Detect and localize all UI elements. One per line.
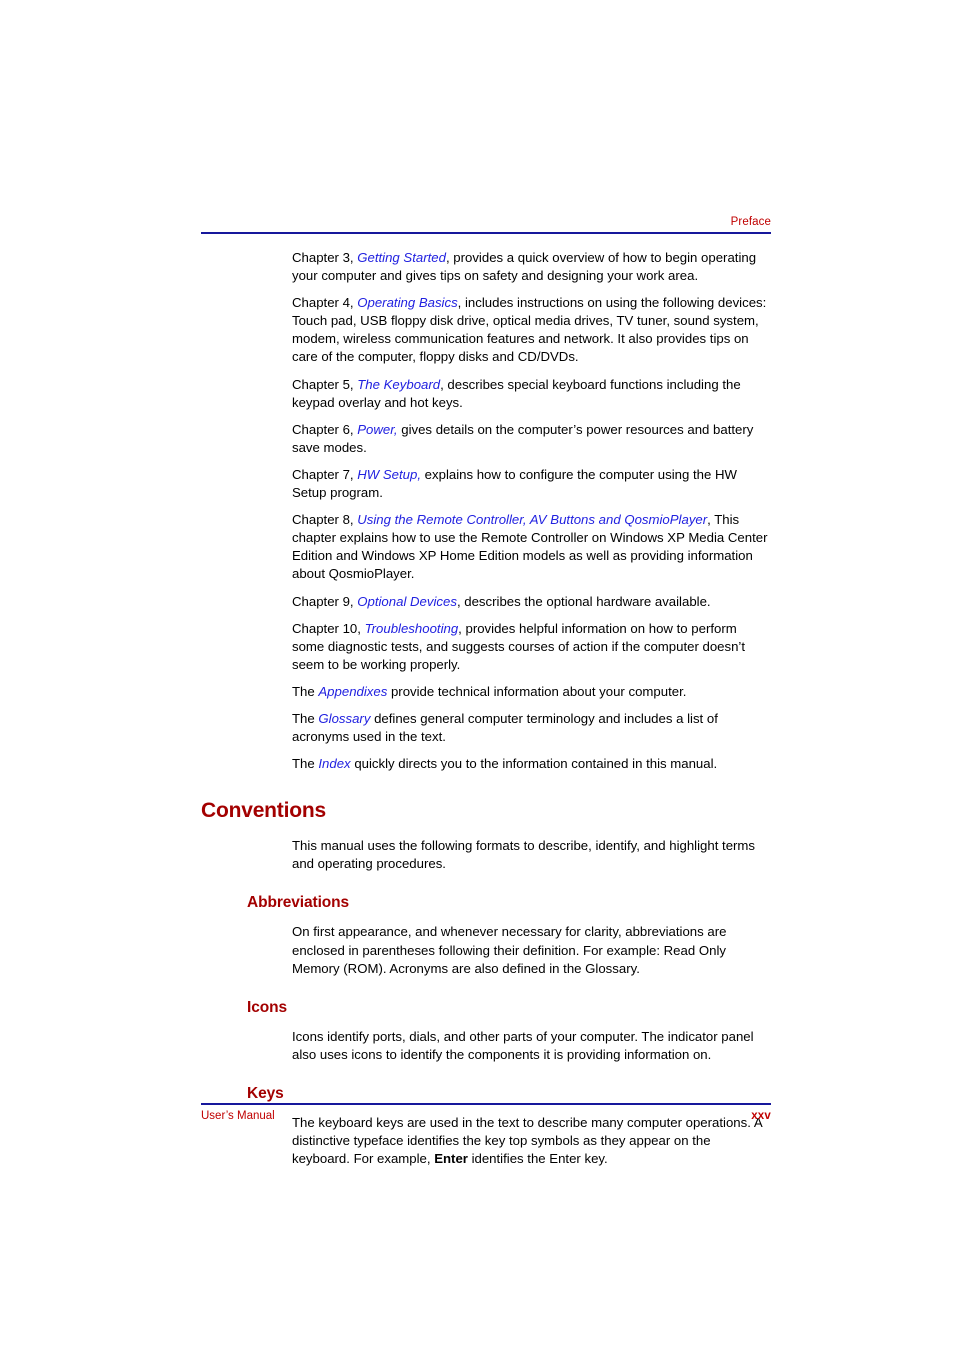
- cross-reference-link[interactable]: HW Setup,: [357, 467, 421, 482]
- paragraph-lead: The: [292, 710, 319, 726]
- paragraph-tail: provide technical information about your…: [387, 683, 687, 699]
- header-divider: [201, 232, 771, 234]
- icons-body-block: Icons identify ports, dials, and other p…: [292, 1028, 771, 1064]
- paragraph-lead: Chapter 10,: [292, 620, 365, 636]
- paragraph-index: The Index quickly directs you to the inf…: [292, 755, 771, 773]
- paragraph-lead: Chapter 6,: [292, 421, 358, 437]
- paragraph-conventions-intro: This manual uses the following formats t…: [292, 838, 756, 872]
- page-content: Chapter 3, Getting Started, provides a q…: [201, 249, 779, 1177]
- footer-divider: [201, 1103, 771, 1105]
- paragraph-chapter-9: Chapter 9, Optional Devices, describes t…: [292, 593, 771, 611]
- cross-reference-link[interactable]: Optional Devices: [357, 594, 457, 609]
- document-page: Preface Chapter 3, Getting Started, prov…: [0, 0, 954, 1351]
- cross-reference-link[interactable]: Operating Basics: [357, 295, 457, 310]
- paragraph-lead: Chapter 9,: [292, 593, 358, 609]
- cross-reference-link[interactable]: Power,: [357, 422, 397, 437]
- subsection-abbreviations: Abbreviations: [201, 893, 779, 912]
- paragraph-lead: Chapter 8,: [292, 512, 358, 528]
- paragraph-tail: quickly directs you to the information c…: [350, 756, 718, 772]
- paragraph-chapter-10: Chapter 10, Troubleshooting, provides he…: [292, 620, 771, 674]
- paragraph-lead: Chapter 5,: [292, 376, 358, 392]
- paragraph-chapter-8: Chapter 8, Using the Remote Controller, …: [292, 511, 771, 583]
- footer-page-number: xxv: [751, 1110, 771, 1122]
- paragraph-chapter-4: Chapter 4, Operating Basics, includes in…: [292, 294, 771, 366]
- paragraph-chapter-6: Chapter 6, Power, gives details on the c…: [292, 421, 771, 457]
- paragraph-lead: Chapter 3,: [292, 250, 358, 265]
- footer-row: User’s Manual xxv: [201, 1110, 771, 1122]
- subsection-heading-abbreviations: Abbreviations: [247, 894, 350, 912]
- section-conventions: Conventions: [201, 799, 779, 823]
- page-footer: User’s Manual xxv: [201, 1103, 771, 1122]
- section-heading-conventions: Conventions: [201, 799, 326, 823]
- paragraph-lead: The: [292, 683, 319, 699]
- conventions-intro-block: This manual uses the following formats t…: [292, 837, 771, 873]
- cross-reference-link[interactable]: The Keyboard: [357, 377, 440, 392]
- subsection-keys: Keys: [201, 1084, 779, 1103]
- paragraph-lead: Chapter 4,: [292, 295, 358, 311]
- cross-reference-link[interactable]: Glossary: [318, 711, 370, 726]
- chapter-summary-list: Chapter 3, Getting Started, provides a q…: [292, 249, 771, 773]
- cross-reference-link[interactable]: Index: [318, 756, 350, 771]
- keys-body-block: The keyboard keys are used in the text t…: [292, 1114, 771, 1168]
- paragraph-abbreviations: On first appearance, and whenever necess…: [292, 924, 727, 976]
- cross-reference-link[interactable]: Appendixes: [318, 684, 387, 699]
- page-header: Preface: [201, 215, 771, 234]
- paragraph-icons: Icons identify ports, dials, and other p…: [292, 1028, 754, 1062]
- paragraph-glossary: The Glossary defines general computer te…: [292, 710, 771, 746]
- cross-reference-link[interactable]: Using the Remote Controller, AV Buttons …: [357, 512, 707, 527]
- paragraph-tail: identifies the Enter key.: [467, 1151, 608, 1167]
- header-section-title: Preface: [730, 216, 771, 228]
- subsection-icons: Icons: [201, 998, 779, 1017]
- cross-reference-link[interactable]: Getting Started: [357, 250, 446, 265]
- abbreviations-body-block: On first appearance, and whenever necess…: [292, 923, 771, 977]
- subsection-heading-keys: Keys: [247, 1084, 284, 1102]
- cross-reference-link[interactable]: Troubleshooting: [365, 621, 459, 636]
- subsection-heading-icons: Icons: [247, 998, 287, 1016]
- paragraph-tail: , describes the optional hardware availa…: [456, 593, 711, 609]
- paragraph-keys: The keyboard keys are used in the text t…: [292, 1114, 771, 1168]
- paragraph-chapter-7: Chapter 7, HW Setup, explains how to con…: [292, 466, 771, 502]
- paragraph-chapter-5: Chapter 5, The Keyboard, describes speci…: [292, 376, 771, 412]
- paragraph-lead: Chapter 7,: [292, 466, 358, 482]
- paragraph-chapter-3: Chapter 3, Getting Started, provides a q…: [292, 249, 771, 285]
- keyboard-key-label: Enter: [434, 1151, 468, 1167]
- paragraph-lead: The: [292, 756, 319, 772]
- paragraph-appendixes: The Appendixes provide technical informa…: [292, 683, 771, 701]
- footer-document-title: User’s Manual: [201, 1110, 275, 1122]
